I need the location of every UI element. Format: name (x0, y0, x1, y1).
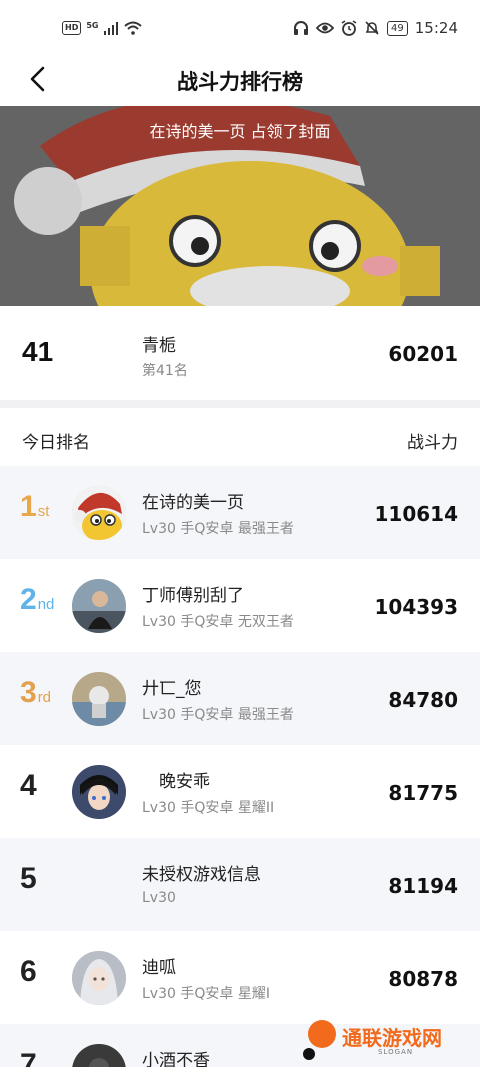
rank-number: 2 (20, 583, 37, 616)
rank-badge: 5 (20, 862, 37, 896)
list-header: 今日排名 战斗力 (0, 408, 480, 466)
rank-number: 7 (20, 1048, 37, 1067)
watermark-text: 通联游戏网 (342, 1026, 442, 1050)
rank-badge: 6 (20, 955, 37, 989)
section-divider (0, 400, 480, 408)
player-name: 在诗的美一页 (142, 493, 244, 513)
app-header: 战斗力排行榜 (0, 58, 480, 106)
site-watermark: 通联游戏网 SLOGAN (298, 1018, 468, 1064)
watermark-logo-icon (303, 1020, 336, 1060)
avatar-image (72, 579, 126, 633)
rank-badge: 3rd (20, 676, 51, 710)
alarm-icon (341, 20, 357, 36)
my-rank-label: 第41名 (142, 363, 188, 379)
rank-badge: 4 (20, 769, 37, 803)
player-name: 未授权游戏信息 (142, 865, 261, 885)
avatar[interactable] (72, 486, 126, 540)
rank-suffix: st (37, 503, 50, 520)
rank-suffix: rd (37, 689, 52, 706)
player-name: 丁师傅别刮了 (142, 586, 244, 606)
player-power: 81194 (388, 874, 458, 898)
cover-banner[interactable]: 在诗的美一页 占领了封面 (0, 106, 480, 306)
avatar-image (72, 951, 126, 1005)
eye-icon (316, 22, 335, 34)
my-name: 青栀 (142, 336, 176, 356)
my-rank-row[interactable]: 41 青栀 第41名 60201 (0, 306, 480, 402)
rank-number: 4 (20, 769, 37, 802)
rank-number: 6 (20, 955, 37, 988)
hd-badge: HD (62, 21, 82, 35)
avatar[interactable] (72, 951, 126, 1005)
status-bar: HD 5G 49 15:24 (0, 0, 480, 58)
rank-number: 3 (20, 676, 37, 709)
avatar-image (72, 672, 126, 726)
page-title: 战斗力排行榜 (177, 70, 303, 94)
network-label: 5G (86, 20, 99, 30)
player-name: 小酒不香 (142, 1051, 210, 1067)
player-info: Lv30 (142, 890, 176, 906)
rank-badge: 7 (20, 1048, 37, 1067)
player-power: 104393 (374, 595, 459, 619)
player-name: 晚安乖 (142, 772, 210, 792)
ranking-list: 1st 在诗的美一页 Lv30 手Q安卓 最强王者 110614 2nd 丁师傅… (0, 466, 480, 1067)
ranking-row-4[interactable]: 4 晚安乖 Lv30 手Q安卓 星耀II 81775 (0, 745, 480, 838)
headphones-icon (294, 21, 309, 35)
player-info: Lv30 手Q安卓 无双王者 (142, 614, 294, 630)
avatar[interactable] (72, 765, 126, 819)
ranking-row-3[interactable]: 3rd 廾匸_您 Lv30 手Q安卓 最强王者 84780 (0, 652, 480, 745)
avatar[interactable] (72, 579, 126, 633)
avatar-image (72, 486, 126, 540)
player-name: 迪呱 (142, 958, 176, 978)
avatar-image (72, 765, 126, 819)
ranking-row-5[interactable]: 5 未授权游戏信息 Lv30 81194 (0, 838, 480, 931)
player-info: Lv30 手Q安卓 星耀I (142, 986, 270, 1002)
player-power: 81775 (388, 781, 458, 805)
rank-number: 5 (20, 862, 37, 895)
ranking-row-6[interactable]: 6 迪呱 Lv30 手Q安卓 星耀I 80878 (0, 931, 480, 1024)
avatar-image (72, 1044, 126, 1067)
battery-icon: 49 (387, 20, 408, 36)
my-power: 60201 (388, 342, 458, 366)
status-right: 49 15:24 (293, 19, 458, 37)
player-info: Lv30 手Q安卓 最强王者 (142, 707, 294, 723)
rank-suffix: nd (37, 596, 55, 613)
rank-badge: 1st (20, 490, 49, 524)
watermark-slogan: SLOGAN (378, 1048, 414, 1056)
rank-number: 1 (20, 490, 37, 523)
signal-icon (104, 21, 119, 35)
status-left: HD 5G (62, 20, 143, 35)
player-name: 廾匸_您 (142, 679, 202, 699)
ranking-row-2[interactable]: 2nd 丁师傅别刮了 Lv30 手Q安卓 无双王者 104393 (0, 559, 480, 652)
ranking-row-1[interactable]: 1st 在诗的美一页 Lv30 手Q安卓 最强王者 110614 (0, 466, 480, 559)
wifi-icon (124, 21, 143, 35)
player-power: 110614 (374, 502, 459, 526)
today-rank-label: 今日排名 (22, 433, 90, 453)
avatar[interactable] (72, 672, 126, 726)
player-power: 80878 (388, 967, 458, 991)
player-info: Lv30 手Q安卓 星耀II (142, 800, 275, 816)
rank-badge: 2nd (20, 583, 54, 617)
mute-bell-icon (365, 21, 379, 35)
player-info: Lv30 手Q安卓 最强王者 (142, 521, 294, 537)
player-power: 84780 (388, 688, 458, 712)
clock: 15:24 (414, 19, 458, 37)
cover-caption: 在诗的美一页 占领了封面 (149, 122, 331, 141)
my-rank-number: 41 (22, 336, 54, 367)
power-column-label: 战斗力 (407, 433, 458, 453)
avatar[interactable] (72, 1044, 126, 1067)
